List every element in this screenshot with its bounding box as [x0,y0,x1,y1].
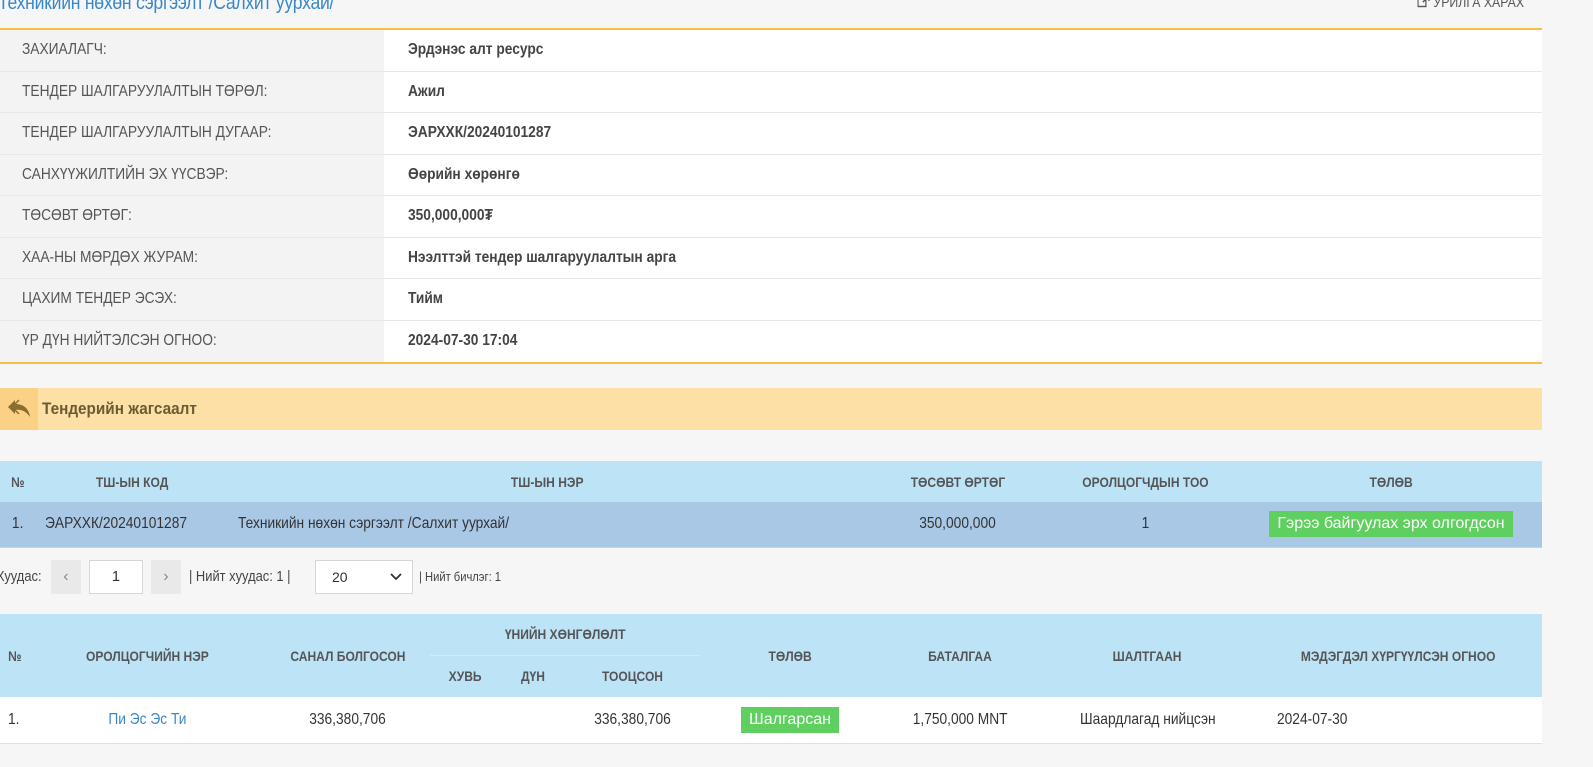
view-invitation-label: УРИЛГА ХАРАХ [1433,0,1524,10]
package-table: № ТШ-ЫН КОД ТШ-ЫН НЭР ТӨСӨВТ ӨРТӨГ ОРОЛЦ… [0,461,1542,548]
info-row-result-date: ҮР ДҮН НИЙТЭЛСЭН ОГНОО: 2024-07-30 17:04 [0,320,1542,362]
row-no: 1. [0,502,35,548]
col-bidders: ОРОЛЦОГЧДЫН ТОО [1050,461,1240,502]
info-label: ХАА-НЫ МӨРДӨХ ЖУРАМ: [0,237,384,278]
info-value: ЭАРХХК/20240101287 [384,113,1542,154]
col-no: № [0,614,30,697]
back-button[interactable] [0,388,38,430]
row-notice-date: 2024-07-30 [1255,697,1542,744]
row-budget: 350,000,000 [865,502,1050,548]
col-discount-group: ҮНИЙН ХӨНГӨЛӨЛТ [430,614,700,656]
info-label: ТЕНДЕР ШАЛГАРУУЛАЛТЫН ДУГААР: [0,113,384,154]
col-status: ТӨЛӨВ [700,614,880,697]
participants-header-top: № ОРОЛЦОГЧИЙН НЭР САНАЛ БОЛГОСОН ҮНИЙН Х… [0,614,1542,697]
col-code: ТШ-ЫН КОД [35,461,230,502]
row-name: Техникийн нөхөн сэргээлт /Салхит уурхай/ [230,502,865,548]
package-table-header: № ТШ-ЫН КОД ТШ-ЫН НЭР ТӨСӨВТ ӨРТӨГ ОРОЛЦ… [0,461,1542,502]
page-size-select[interactable]: 20 [314,559,413,594]
col-offer: САНАЛ БОЛГОСОН [265,614,430,697]
table-row[interactable]: 1. ЭАРХХК/20240101287 Техникийн нөхөн сэ… [0,502,1542,548]
tender-list-bar: Тендерийн жагсаалт [0,388,1542,430]
total-pages: | Нийт хуудас: 1 | [188,568,291,585]
page-number-input[interactable]: 1 [88,559,143,594]
col-participant-name: ОРОЛЦОГЧИЙН НЭР [30,614,265,697]
total-records: | Нийт бичлэг: 1 [418,569,502,584]
info-row-customer: ЗАХИАЛАГЧ: Эрдэнэс алт ресурс [0,30,1542,72]
col-name: ТШ-ЫН НЭР [230,461,865,502]
tender-info-table: ЗАХИАЛАГЧ: Эрдэнэс алт ресурс ТЕНДЕР ШАЛ… [0,30,1542,364]
info-value: 2024-07-30 17:04 [384,320,1542,362]
info-value: Тийм [384,279,1542,320]
chevron-down-icon [390,572,402,580]
col-reason: ШАЛТГААН [1040,614,1255,697]
status-badge: Гэрээ байгуулах эрх олгогдсон [1269,511,1513,538]
info-value: Нээлттэй тендер шалгаруулалтын арга [384,237,1542,278]
chevron-left-icon: ‹ [63,567,69,585]
row-bidders: 1 [1050,502,1240,548]
external-link-icon [1417,0,1430,8]
info-value: Өөрийн хөрөнгө [384,154,1542,195]
info-label: ЦАХИМ ТЕНДЕР ЭСЭХ: [0,279,384,320]
tender-list-title: Тендерийн жагсаалт [42,399,197,418]
participant-name-link[interactable]: Пи Эс Эс Ти [30,697,265,744]
page-size-value: 20 [331,568,348,585]
next-page-button[interactable]: › [150,559,181,594]
row-no: 1. [0,697,30,744]
col-guarantee: БАТАЛГАА [880,614,1040,697]
status-badge: Шалгарсан [741,706,839,733]
info-label: САНХҮҮЖИЛТИЙН ЭХ ҮҮСВЭР: [0,154,384,195]
col-no: № [0,461,35,502]
info-row-procedure: ХАА-НЫ МӨРДӨХ ЖУРАМ: Нээлттэй тендер шал… [0,237,1542,279]
row-offer: 336,380,706 [265,697,430,744]
info-row-electronic: ЦАХИМ ТЕНДЕР ЭСЭХ: Тийм [0,279,1542,321]
col-calculated: ТООЦСОН [565,655,700,697]
info-value: Эрдэнэс алт ресурс [384,30,1542,71]
row-amount [500,697,565,744]
page-title: Техникийн нөхөн сэргээлт /Салхит уурхай/ [0,0,335,14]
info-label: ЗАХИАЛАГЧ: [0,30,384,71]
row-code: ЭАРХХК/20240101287 [35,502,230,548]
col-notice-date: МЭДЭГДЭЛ ХҮРГҮҮЛСЭН ОГНОО [1255,614,1542,697]
info-row-type: ТЕНДЕР ШАЛГАРУУЛАЛТЫН ТӨРӨЛ: Ажил [0,71,1542,113]
row-percent [430,697,500,744]
table-row: 1. Пи Эс Эс Ти 336,380,706 336,380,706 Ш… [0,697,1542,744]
info-row-budget: ТӨСӨВТ ӨРТӨГ: 350,000,000₮ [0,196,1542,238]
chevron-right-icon: › [163,567,169,585]
reply-arrow-icon [8,399,30,417]
info-value: Ажил [384,71,1542,112]
prev-page-button[interactable]: ‹ [50,559,81,594]
row-status: Гэрээ байгуулах эрх олгогдсон [1240,502,1542,548]
participants-table: № ОРОЛЦОГЧИЙН НЭР САНАЛ БОЛГОСОН ҮНИЙН Х… [0,614,1542,744]
info-label: ТӨСӨВТ ӨРТӨГ: [0,196,384,237]
page-header: Техникийн нөхөн сэргээлт /Салхит уурхай/… [0,0,1542,30]
info-row-number: ТЕНДЕР ШАЛГАРУУЛАЛТЫН ДУГААР: ЭАРХХК/202… [0,113,1542,155]
view-invitation-link[interactable]: УРИЛГА ХАРАХ [1417,0,1524,10]
row-guarantee: 1,750,000 MNT [880,697,1040,744]
info-value: 350,000,000₮ [384,196,1542,237]
info-label: ТЕНДЕР ШАЛГАРУУЛАЛТЫН ТӨРӨЛ: [0,71,384,112]
info-label: ҮР ДҮН НИЙТЭЛСЭН ОГНОО: [0,320,384,362]
col-status: ТӨЛӨВ [1240,461,1542,502]
row-reason: Шаардлагад нийцсэн [1040,697,1255,744]
col-budget: ТӨСӨВТ ӨРТӨГ [865,461,1050,502]
col-amount: ДҮН [500,655,565,697]
pagination: Хуудас: ‹ 1 › | Нийт хуудас: 1 | 20 | Ни… [0,559,514,594]
info-row-funding: САНХҮҮЖИЛТИЙН ЭХ ҮҮСВЭР: Өөрийн хөрөнгө [0,154,1542,196]
row-status: Шалгарсан [700,697,880,744]
col-percent: ХУВЬ [430,655,500,697]
page-label: Хуудас: [0,568,42,585]
row-calculated: 336,380,706 [565,697,700,744]
